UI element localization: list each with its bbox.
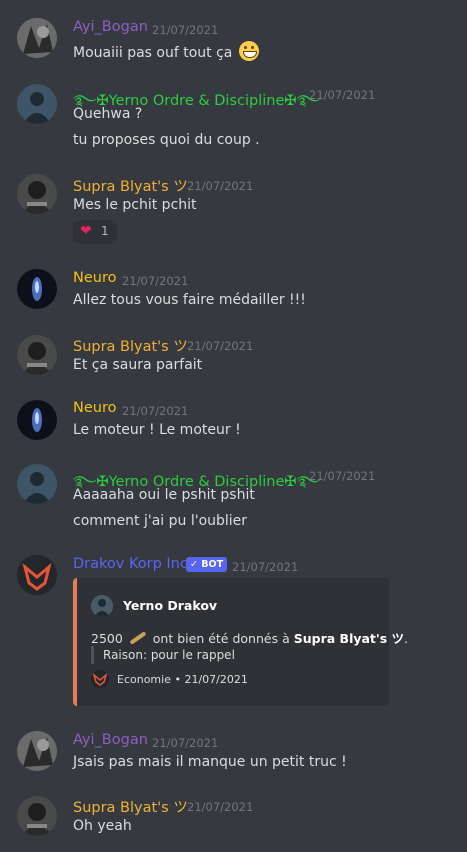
timestamp: 21/07/2021 xyxy=(232,560,299,574)
reaction-count: 1 xyxy=(101,224,109,238)
avatar[interactable] xyxy=(17,464,57,504)
message-line: comment j'ai pu l'oublier xyxy=(73,513,248,529)
author-name[interactable]: Ayi_Bogan xyxy=(73,19,148,35)
author-name[interactable]: Supra Blyat's ツ xyxy=(73,175,188,196)
timestamp: 21/07/2021 xyxy=(122,274,189,288)
timestamp: 21/07/2021 xyxy=(122,404,189,418)
avatar[interactable] xyxy=(17,400,57,440)
message-line: Allez tous vous faire médailler !!! xyxy=(73,292,306,308)
message-line: Et ça saura parfait xyxy=(73,357,203,373)
timestamp: 21/07/2021 xyxy=(187,179,254,193)
embed-footer: Economie • 21/07/2021 xyxy=(117,673,248,686)
message-line: Jsais pas mais il manque un petit truc ! xyxy=(73,754,347,770)
timestamp: 21/07/2021 xyxy=(309,469,376,483)
message-line: Aaaaaha oui le pshit pshit xyxy=(73,487,255,503)
timestamp: 21/07/2021 xyxy=(152,736,219,750)
embed-footer-icon xyxy=(91,670,109,688)
avatar[interactable] xyxy=(17,731,57,771)
avatar[interactable] xyxy=(17,335,57,375)
avatar[interactable] xyxy=(17,84,57,124)
author-name[interactable]: Neuro xyxy=(73,400,116,416)
message-line: Mes le pchit pchit xyxy=(73,197,197,213)
embed-description: 2500 ont bien été donnés à Supra Blyat's… xyxy=(91,628,408,647)
avatar[interactable] xyxy=(17,18,57,58)
author-name[interactable]: Supra Blyat's ツ xyxy=(73,335,188,356)
avatar[interactable] xyxy=(17,174,57,214)
stick-icon xyxy=(129,631,147,645)
avatar[interactable] xyxy=(17,796,57,836)
embed-desc-text: ont bien été donnés à xyxy=(152,631,290,646)
timestamp: 21/07/2021 xyxy=(152,23,219,37)
avatar[interactable] xyxy=(17,555,57,595)
timestamp: 21/07/2021 xyxy=(187,800,254,814)
embed-author[interactable]: Yerno Drakov xyxy=(123,598,217,613)
embed-reason: Raison: pour le rappel xyxy=(91,646,235,664)
message-text: Mouaiii pas ouf tout ça xyxy=(73,41,259,61)
timestamp: 21/07/2021 xyxy=(187,339,254,353)
reaction-button[interactable]: ❤ 1 xyxy=(73,220,117,244)
bot-badge: ✓ BOT xyxy=(186,557,228,572)
avatar[interactable] xyxy=(17,269,57,309)
author-name[interactable]: Drakov Korp Inc xyxy=(73,556,188,572)
embed-recipient: Supra Blyat's ツ xyxy=(293,631,405,646)
message-line: tu proposes quoi du coup . xyxy=(73,132,260,148)
embed-desc-end: . xyxy=(404,631,409,646)
author-name[interactable]: Supra Blyat's ツ xyxy=(73,796,188,817)
heart-icon: ❤ xyxy=(80,223,92,239)
embed-author-avatar xyxy=(91,595,113,617)
message-line: Mouaiii pas ouf tout ça xyxy=(73,45,233,61)
author-name[interactable]: Neuro xyxy=(73,270,116,286)
message-line: Quehwa ? xyxy=(73,106,143,122)
message-line: Oh yeah xyxy=(73,818,132,834)
embed-amount: 2500 xyxy=(91,631,123,646)
embed-card: Yerno Drakov 2500 ont bien été donnés à … xyxy=(73,578,408,706)
timestamp: 21/07/2021 xyxy=(309,88,376,102)
author-name[interactable]: Ayi_Bogan xyxy=(73,732,148,748)
grinning-face-icon xyxy=(238,41,259,61)
message-line: Le moteur ! Le moteur ! xyxy=(73,422,241,438)
